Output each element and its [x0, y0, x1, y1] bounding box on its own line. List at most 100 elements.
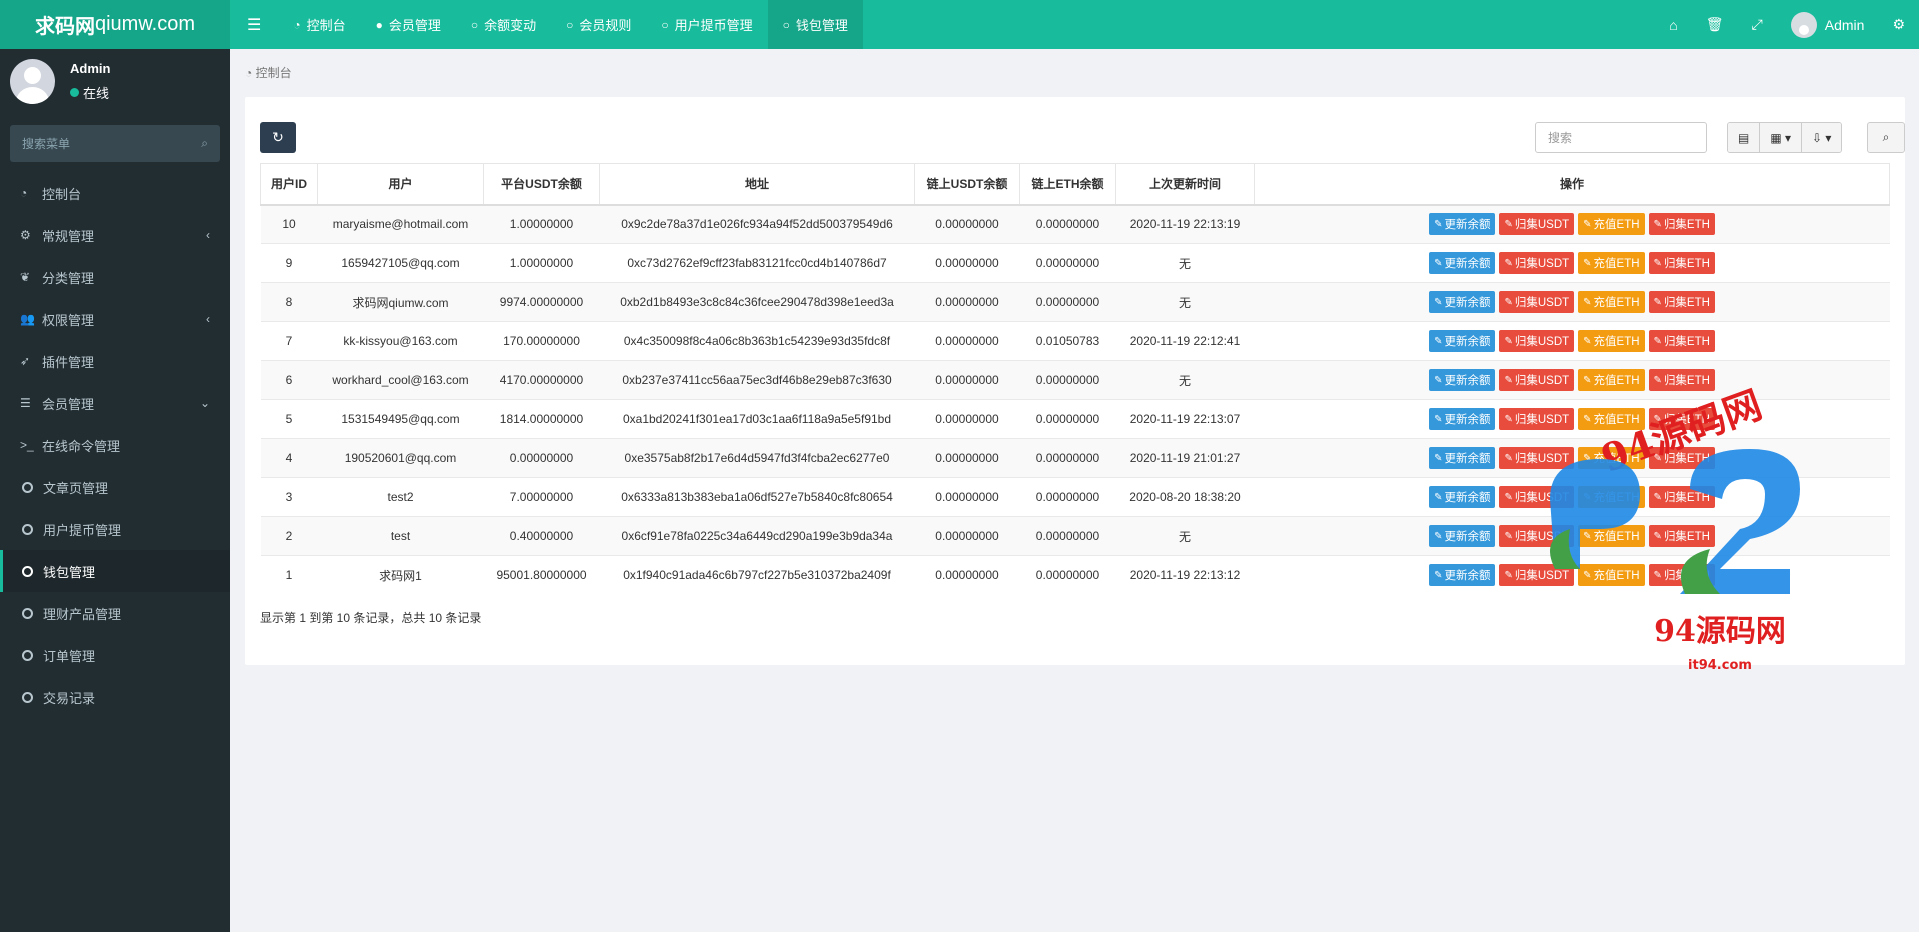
advanced-search-button[interactable]: ⌕	[1867, 122, 1905, 153]
sidebar-item-article[interactable]: 文章页管理	[0, 466, 230, 508]
sidebar-item-trade[interactable]: 交易记录	[0, 676, 230, 718]
toggle-view-button[interactable]: ▤	[1728, 123, 1760, 152]
sidebar-toggle-button[interactable]: ☰	[230, 0, 278, 49]
collect-usdt-button[interactable]: ✎ 归集USDT	[1499, 252, 1575, 274]
sidebar-item-member[interactable]: ☰ 会员管理 ⌄	[0, 382, 230, 424]
sidebar-item-withdraw[interactable]: 用户提币管理	[0, 508, 230, 550]
refresh-button[interactable]: ↻	[260, 122, 296, 153]
sidebar-item-order[interactable]: 订单管理	[0, 634, 230, 676]
topnav-tab-withdraw[interactable]: ○ 用户提币管理	[646, 0, 767, 49]
sidebar-item-dashboard[interactable]: ◔ 控制台	[0, 172, 230, 214]
collect-eth-button[interactable]: ✎ 归集ETH	[1648, 564, 1715, 587]
update-balance-button[interactable]: ✎ 更新余额	[1429, 447, 1496, 469]
table-row[interactable]: 8 求码网qiumw.com 9974.00000000 0xb2d1b8493e3c…	[260, 282, 1890, 322]
update-balance-button[interactable]: ✎ 更新余额	[1429, 213, 1496, 236]
columns-button[interactable]: ▦ ▾	[1759, 123, 1802, 152]
sidebar-item-finance[interactable]: 理财产品管理	[0, 592, 230, 634]
table-search-input[interactable]	[1535, 122, 1707, 153]
collect-eth-button[interactable]: ✎ 归集ETH	[1648, 447, 1715, 469]
home-button[interactable]: ⌂	[1655, 0, 1691, 49]
collect-eth-button[interactable]: ✎ 归集ETH	[1648, 486, 1715, 508]
collect-eth-button[interactable]: ✎ 归集ETH	[1648, 330, 1715, 352]
collect-usdt-button[interactable]: ✎ 归集USDT	[1499, 525, 1575, 547]
recharge-eth-button[interactable]: ✎ 充值ETH	[1578, 369, 1645, 391]
search-icon[interactable]: ⌕	[201, 136, 208, 151]
collect-eth-button[interactable]: ✎ 归集ETH	[1648, 252, 1715, 274]
sidebar-search-input[interactable]	[10, 125, 220, 162]
sidebar-item-addon[interactable]: ➶ 插件管理	[0, 340, 230, 382]
collect-eth-button[interactable]: ✎ 归集ETH	[1648, 369, 1715, 391]
update-balance-button[interactable]: ✎ 更新余额	[1429, 291, 1496, 313]
clear-cache-button[interactable]: 🗑	[1692, 0, 1738, 49]
sidebar-item-general[interactable]: ⚙ 常规管理 ‹	[0, 214, 230, 256]
table-row[interactable]: 1 求码网1 95001.80000000 0x1f940c91ada46c6b797…	[260, 555, 1890, 595]
topnav-tab-balance[interactable]: ○ 余额变动	[456, 0, 551, 49]
collect-eth-button[interactable]: ✎ 归集ETH	[1648, 408, 1715, 430]
recharge-eth-button[interactable]: ✎ 充值ETH	[1578, 330, 1645, 352]
recharge-eth-button[interactable]: ✎ 充值ETH	[1578, 564, 1645, 587]
sidebar-item-auth[interactable]: 👥 权限管理 ‹	[0, 298, 230, 340]
collect-usdt-button[interactable]: ✎ 归集USDT	[1499, 369, 1575, 391]
row-actions: ✎ 更新余额 ✎ 归集USDT ✎ 充值ETH ✎ 归集ETH	[1429, 447, 1715, 469]
table-cell: 190520601@qq.com	[317, 438, 484, 478]
topnav-tab-label: 钱包管理	[795, 18, 848, 33]
table-row[interactable]: 5 1531549495@qq.com 1814.00000000 0xa1bd202…	[260, 399, 1890, 439]
update-balance-button[interactable]: ✎ 更新余额	[1429, 408, 1496, 430]
action-label: 充值ETH	[1593, 570, 1640, 583]
topnav-tab-rules[interactable]: ○ 会员规则	[551, 0, 646, 49]
collect-usdt-button[interactable]: ✎ 归集USDT	[1499, 408, 1575, 430]
collect-eth-button[interactable]: ✎ 归集ETH	[1648, 213, 1715, 236]
user-menu[interactable]: Admin	[1777, 0, 1879, 49]
col-header[interactable]: 上次更新时间	[1115, 163, 1255, 206]
brand-logo[interactable]: 求码网 qiumw.com	[0, 0, 230, 49]
circle-icon: ○	[782, 17, 790, 32]
status-online: 在线	[70, 83, 109, 102]
fullscreen-button[interactable]: ⤢	[1738, 0, 1777, 49]
recharge-eth-button[interactable]: ✎ 充值ETH	[1578, 213, 1645, 236]
sidebar-item-wallet[interactable]: 钱包管理	[0, 550, 230, 592]
table-row[interactable]: 6 workhard_cool@163.com 4170.00000000 0xb23…	[260, 360, 1890, 400]
collect-usdt-button[interactable]: ✎ 归集USDT	[1499, 564, 1575, 587]
collect-usdt-button[interactable]: ✎ 归集USDT	[1499, 447, 1575, 469]
table-row[interactable]: 2 test 0.40000000 0x6cf91e78fa0225c34a6449c…	[260, 516, 1890, 556]
col-header[interactable]: 地址	[599, 163, 915, 206]
update-balance-button[interactable]: ✎ 更新余额	[1429, 486, 1496, 508]
col-header[interactable]: 用户ID	[260, 163, 318, 206]
topnav-tab-dashboard[interactable]: ◔ 控制台	[278, 0, 360, 49]
update-balance-button[interactable]: ✎ 更新余额	[1429, 252, 1496, 274]
edit-icon: ✎	[1434, 218, 1443, 230]
sidebar-item-command[interactable]: >_ 在线命令管理	[0, 424, 230, 466]
breadcrumb-label[interactable]: 控制台	[256, 66, 292, 80]
table-row[interactable]: 4 190520601@qq.com 0.00000000 0xe3575ab8f2b…	[260, 438, 1890, 478]
export-button[interactable]: ⇩ ▾	[1801, 123, 1842, 152]
collect-usdt-button[interactable]: ✎ 归集USDT	[1499, 213, 1575, 236]
collect-usdt-button[interactable]: ✎ 归集USDT	[1499, 330, 1575, 352]
collect-usdt-button[interactable]: ✎ 归集USDT	[1499, 486, 1575, 508]
collect-usdt-button[interactable]: ✎ 归集USDT	[1499, 291, 1575, 313]
update-balance-button[interactable]: ✎ 更新余额	[1429, 525, 1496, 547]
topnav-tab-members[interactable]: ● 会员管理	[361, 0, 456, 49]
settings-button[interactable]: ⚙	[1878, 0, 1919, 49]
col-header[interactable]: 用户	[317, 163, 484, 206]
col-header[interactable]: 链上ETH余额	[1019, 163, 1116, 206]
collect-eth-button[interactable]: ✎ 归集ETH	[1648, 525, 1715, 547]
recharge-eth-button[interactable]: ✎ 充值ETH	[1578, 291, 1645, 313]
topnav-tab-wallet[interactable]: ○ 钱包管理	[767, 0, 863, 49]
col-header[interactable]: 平台USDT余额	[483, 163, 600, 206]
edit-icon: ✎	[1653, 452, 1662, 464]
sidebar-item-category[interactable]: ❦ 分类管理	[0, 256, 230, 298]
recharge-eth-button[interactable]: ✎ 充值ETH	[1578, 408, 1645, 430]
table-row[interactable]: 10 maryaisme@hotmail.com 1.00000000 0x9c2de…	[260, 204, 1890, 244]
table-row[interactable]: 9 1659427105@qq.com 1.00000000 0xc73d2762ef…	[260, 243, 1890, 283]
update-balance-button[interactable]: ✎ 更新余额	[1429, 330, 1496, 352]
recharge-eth-button[interactable]: ✎ 充值ETH	[1578, 486, 1645, 508]
recharge-eth-button[interactable]: ✎ 充值ETH	[1578, 525, 1645, 547]
recharge-eth-button[interactable]: ✎ 充值ETH	[1578, 252, 1645, 274]
col-header[interactable]: 链上USDT余额	[914, 163, 1020, 206]
update-balance-button[interactable]: ✎ 更新余额	[1429, 369, 1496, 391]
recharge-eth-button[interactable]: ✎ 充值ETH	[1578, 447, 1645, 469]
table-row[interactable]: 7 kk-kissyou@163.com 170.00000000 0x4c35009…	[260, 321, 1890, 361]
table-row[interactable]: 3 test2 7.00000000 0x6333a813b383eba1a06df5…	[260, 477, 1890, 517]
collect-eth-button[interactable]: ✎ 归集ETH	[1648, 291, 1715, 313]
update-balance-button[interactable]: ✎ 更新余额	[1429, 564, 1496, 587]
